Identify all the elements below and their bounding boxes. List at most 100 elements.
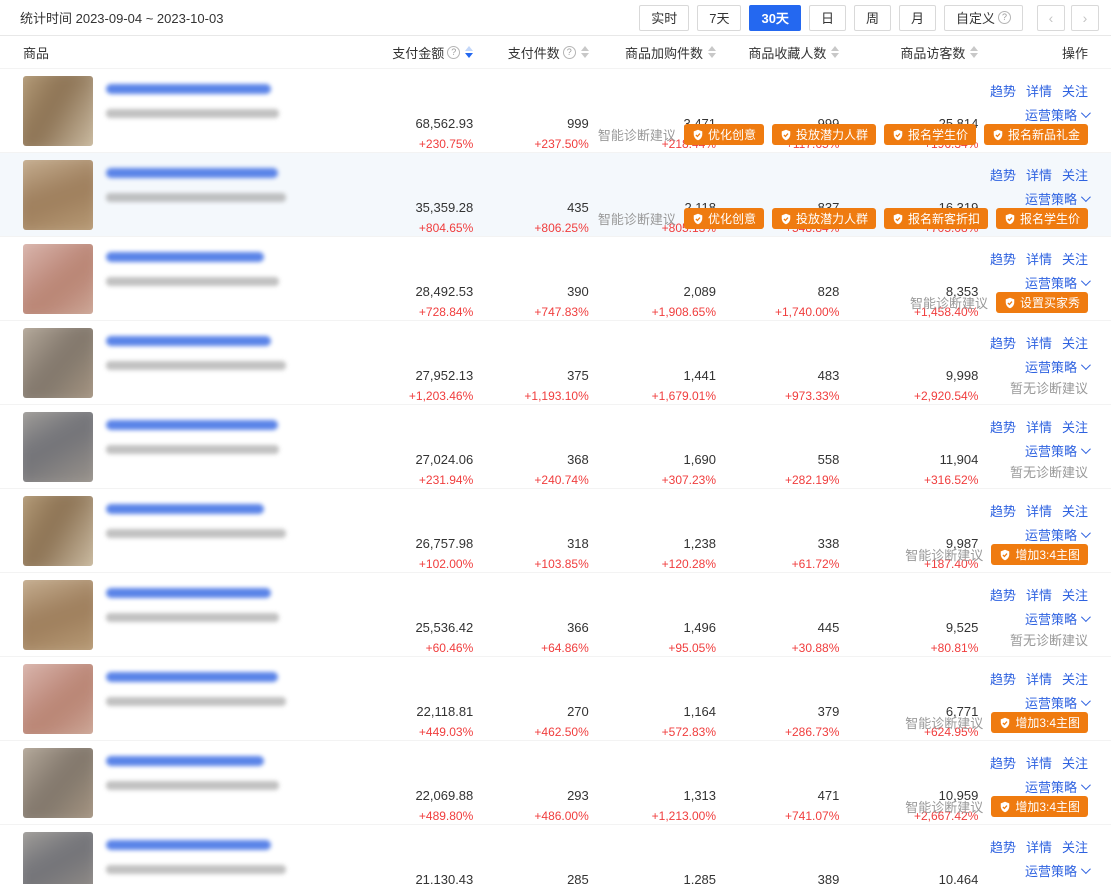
sort-icon[interactable]: [970, 46, 978, 58]
detail-link[interactable]: 详情: [1026, 753, 1052, 772]
strategy-dropdown[interactable]: 运营策略: [1025, 525, 1088, 544]
strategy-dropdown[interactable]: 运营策略: [1025, 357, 1088, 376]
product-cell[interactable]: [23, 489, 363, 572]
trend-link[interactable]: 趋势: [990, 585, 1016, 604]
next-period-button[interactable]: ›: [1071, 5, 1099, 31]
col-header-pay-count[interactable]: 支付件数 ?: [473, 43, 589, 62]
follow-link[interactable]: 关注: [1062, 753, 1088, 772]
product-cell[interactable]: [23, 825, 363, 884]
trend-link[interactable]: 趋势: [990, 165, 1016, 184]
help-icon[interactable]: ?: [447, 46, 460, 59]
col-header-favorite-count[interactable]: 商品收藏人数: [716, 43, 839, 62]
strategy-dropdown[interactable]: 运营策略: [1025, 105, 1088, 124]
col-header-pay-amount[interactable]: 支付金额 ?: [363, 43, 474, 62]
product-cell[interactable]: [23, 657, 363, 740]
trend-link[interactable]: 趋势: [990, 333, 1016, 352]
product-image[interactable]: [23, 580, 93, 650]
col-header-visitor-count[interactable]: 商品访客数: [839, 43, 978, 62]
range-button-30天[interactable]: 30天: [749, 5, 800, 31]
product-title-link-redacted[interactable]: [106, 504, 264, 514]
diagnosis-badge-button[interactable]: 设置买家秀: [996, 292, 1088, 313]
product-image[interactable]: [23, 412, 93, 482]
product-title-link-redacted[interactable]: [106, 756, 264, 766]
trend-link[interactable]: 趋势: [990, 501, 1016, 520]
product-title-link-redacted[interactable]: [106, 672, 278, 682]
strategy-dropdown[interactable]: 运营策略: [1025, 861, 1088, 880]
product-image[interactable]: [23, 160, 93, 230]
diagnosis-badge-button[interactable]: 优化创意: [684, 124, 764, 145]
diagnosis-badge-button[interactable]: 投放潜力人群: [772, 124, 876, 145]
product-title-link-redacted[interactable]: [106, 168, 278, 178]
product-title-link-redacted[interactable]: [106, 336, 271, 346]
product-image[interactable]: [23, 496, 93, 566]
help-icon[interactable]: ?: [563, 46, 576, 59]
sort-icon[interactable]: [581, 46, 589, 58]
detail-link[interactable]: 详情: [1026, 501, 1052, 520]
diagnosis-badge-button[interactable]: 优化创意: [684, 208, 764, 229]
strategy-dropdown[interactable]: 运营策略: [1025, 273, 1088, 292]
trend-link[interactable]: 趋势: [990, 81, 1016, 100]
product-title-link-redacted[interactable]: [106, 84, 271, 94]
follow-link[interactable]: 关注: [1062, 81, 1088, 100]
range-button-实时[interactable]: 实时: [639, 5, 689, 31]
follow-link[interactable]: 关注: [1062, 837, 1088, 856]
strategy-dropdown[interactable]: 运营策略: [1025, 777, 1088, 796]
diagnosis-badge-button[interactable]: 投放潜力人群: [772, 208, 876, 229]
product-cell[interactable]: [23, 237, 363, 320]
trend-link[interactable]: 趋势: [990, 669, 1016, 688]
diagnosis-badge-button[interactable]: 增加3:4主图: [991, 796, 1088, 817]
detail-link[interactable]: 详情: [1026, 249, 1052, 268]
detail-link[interactable]: 详情: [1026, 417, 1052, 436]
detail-link[interactable]: 详情: [1026, 165, 1052, 184]
product-title-link-redacted[interactable]: [106, 588, 271, 598]
sort-icon-active[interactable]: [465, 46, 473, 58]
product-cell[interactable]: [23, 69, 363, 152]
product-cell[interactable]: [23, 153, 363, 236]
product-cell[interactable]: [23, 741, 363, 824]
product-image[interactable]: [23, 664, 93, 734]
product-title-link-redacted[interactable]: [106, 840, 271, 850]
product-cell[interactable]: [23, 573, 363, 656]
product-cell[interactable]: [23, 405, 363, 488]
diagnosis-badge-button[interactable]: 增加3:4主图: [991, 712, 1088, 733]
trend-link[interactable]: 趋势: [990, 249, 1016, 268]
trend-link[interactable]: 趋势: [990, 837, 1016, 856]
strategy-dropdown[interactable]: 运营策略: [1025, 693, 1088, 712]
follow-link[interactable]: 关注: [1062, 417, 1088, 436]
detail-link[interactable]: 详情: [1026, 333, 1052, 352]
product-image[interactable]: [23, 76, 93, 146]
diagnosis-badge-button[interactable]: 报名学生价: [884, 124, 976, 145]
product-title-link-redacted[interactable]: [106, 420, 278, 430]
product-cell[interactable]: [23, 321, 363, 404]
strategy-dropdown[interactable]: 运营策略: [1025, 441, 1088, 460]
range-button-月[interactable]: 月: [899, 5, 936, 31]
follow-link[interactable]: 关注: [1062, 585, 1088, 604]
product-image[interactable]: [23, 244, 93, 314]
follow-link[interactable]: 关注: [1062, 501, 1088, 520]
diagnosis-badge-button[interactable]: 报名新客折扣: [884, 208, 988, 229]
sort-icon[interactable]: [708, 46, 716, 58]
range-button-日[interactable]: 日: [809, 5, 846, 31]
detail-link[interactable]: 详情: [1026, 837, 1052, 856]
product-image[interactable]: [23, 328, 93, 398]
follow-link[interactable]: 关注: [1062, 669, 1088, 688]
follow-link[interactable]: 关注: [1062, 249, 1088, 268]
detail-link[interactable]: 详情: [1026, 669, 1052, 688]
col-header-cart-count[interactable]: 商品加购件数: [589, 43, 716, 62]
detail-link[interactable]: 详情: [1026, 81, 1052, 100]
follow-link[interactable]: 关注: [1062, 165, 1088, 184]
range-button-周[interactable]: 周: [854, 5, 891, 31]
strategy-dropdown[interactable]: 运营策略: [1025, 189, 1088, 208]
prev-period-button[interactable]: ‹: [1037, 5, 1065, 31]
product-image[interactable]: [23, 832, 93, 884]
diagnosis-badge-button[interactable]: 报名学生价: [996, 208, 1088, 229]
sort-icon[interactable]: [831, 46, 839, 58]
diagnosis-badge-button[interactable]: 增加3:4主图: [991, 544, 1088, 565]
detail-link[interactable]: 详情: [1026, 585, 1052, 604]
product-title-link-redacted[interactable]: [106, 252, 264, 262]
range-button-7天[interactable]: 7天: [697, 5, 741, 31]
product-image[interactable]: [23, 748, 93, 818]
range-button-自定义[interactable]: 自定义?: [944, 5, 1023, 31]
strategy-dropdown[interactable]: 运营策略: [1025, 609, 1088, 628]
follow-link[interactable]: 关注: [1062, 333, 1088, 352]
